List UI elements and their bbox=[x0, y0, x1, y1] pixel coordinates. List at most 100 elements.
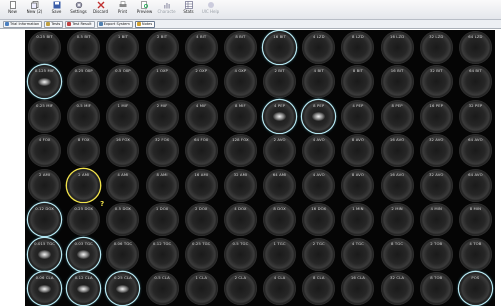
toolbar-button-help[interactable]: UIC Help bbox=[200, 0, 221, 19]
plate-well[interactable]: 16 AMI bbox=[184, 168, 218, 202]
plate-well[interactable]: 0.25 BIT bbox=[28, 30, 62, 64]
toolbar-button-print[interactable]: Print bbox=[112, 0, 133, 19]
plate-well[interactable]: 16 PEP bbox=[419, 99, 453, 133]
plate-well[interactable]: 32 AVO bbox=[419, 134, 453, 168]
plate-well[interactable]: 4 OXP bbox=[223, 65, 257, 99]
plate-well[interactable]: 4 PEP bbox=[341, 99, 375, 133]
toolbar-button-discard[interactable]: Discard bbox=[90, 0, 111, 19]
plate-well[interactable]: 4 BIT bbox=[302, 65, 336, 99]
plate-well[interactable]: 8 PEP bbox=[302, 99, 336, 133]
plate-well[interactable]: 32 AMI bbox=[223, 168, 257, 202]
plate-well[interactable]: 16 BIT bbox=[380, 65, 414, 99]
plate-well[interactable]: 2 BIT bbox=[145, 30, 179, 64]
plate-well[interactable]: 8 BIT bbox=[223, 30, 257, 64]
plate-well[interactable]: 8 TGC bbox=[380, 237, 414, 271]
plate-well[interactable]: 4 AVO bbox=[302, 134, 336, 168]
plate-well[interactable]: 0.12 CLA bbox=[67, 272, 101, 306]
tab-info[interactable]: Trial Information bbox=[3, 20, 43, 28]
plate-well[interactable]: 64 BIT bbox=[458, 65, 492, 99]
plate-well[interactable]: 4 CLA bbox=[263, 272, 297, 306]
plate-well[interactable]: 1 MIF bbox=[106, 99, 140, 133]
plate-well[interactable]: 8 BIT bbox=[341, 65, 375, 99]
plate-well[interactable]: 4 TGC bbox=[341, 237, 375, 271]
plate-well[interactable]: 8 TOB bbox=[419, 272, 453, 306]
plate-well[interactable]: 4 MIN bbox=[419, 203, 453, 237]
plate-well[interactable]: 64 AMI bbox=[263, 168, 297, 202]
plate-well[interactable]: 32 PEP bbox=[458, 99, 492, 133]
plate-well[interactable]: 16 DOX bbox=[302, 203, 336, 237]
toolbar-button-table[interactable]: Stats bbox=[178, 0, 199, 19]
plate-well[interactable]: 2 TGC bbox=[302, 237, 336, 271]
plate-well[interactable]: 2 OXP bbox=[184, 65, 218, 99]
plate-well[interactable]: 1 TGC bbox=[263, 237, 297, 271]
plate-well[interactable]: 8 LZD bbox=[341, 30, 375, 64]
plate-well[interactable]: 4 MIF bbox=[184, 99, 218, 133]
plate-well[interactable]: 16 AVO bbox=[380, 168, 414, 202]
toolbar-button-preview[interactable]: Preview bbox=[134, 0, 155, 19]
plate-well[interactable]: 0.25 OXP bbox=[67, 65, 101, 99]
plate-well[interactable]: 8 MIF bbox=[223, 99, 257, 133]
toolbar-button-save[interactable]: Save bbox=[46, 0, 67, 19]
plate-well[interactable]: 2 AMI? bbox=[67, 168, 104, 208]
plate-well[interactable]: 64 AVO bbox=[458, 134, 492, 168]
plate-well[interactable]: 32 BIT bbox=[419, 65, 453, 99]
plate-well[interactable]: 1 OXP bbox=[145, 65, 179, 99]
toolbar-button-new[interactable]: New bbox=[2, 0, 23, 19]
plate-well[interactable]: 4 LZD bbox=[302, 30, 336, 64]
plate-well[interactable]: 4 PEP bbox=[263, 99, 297, 133]
plate-well[interactable]: 0.015 TGC bbox=[28, 237, 62, 271]
toolbar-button-chart[interactable]: Characte bbox=[156, 0, 177, 19]
plate-well[interactable]: 0.03 TGC bbox=[67, 237, 101, 271]
plate-well[interactable]: 4 FOX bbox=[28, 134, 62, 168]
plate-well[interactable]: 128 FOX bbox=[223, 134, 257, 168]
plate-well[interactable]: 0.25 CLA bbox=[106, 272, 140, 306]
plate-well[interactable]: 8 PEP bbox=[380, 99, 414, 133]
plate-well[interactable]: 4 AVO bbox=[302, 168, 336, 202]
plate-well[interactable]: 2 DOX bbox=[184, 203, 218, 237]
toolbar-button-new-copy[interactable]: New (2) bbox=[24, 0, 45, 19]
plate-well[interactable]: 1 BIT bbox=[106, 30, 140, 64]
plate-well[interactable]: 8 AVO bbox=[341, 168, 375, 202]
plate-well[interactable]: 0.5 TGC bbox=[223, 237, 257, 271]
plate-well[interactable]: 0.06 TGC bbox=[106, 237, 140, 271]
plate-well[interactable]: 0.5 CLA bbox=[145, 272, 179, 306]
plate-well[interactable]: 2 BIT bbox=[263, 65, 297, 99]
plate-well[interactable]: 16 LZD bbox=[380, 30, 414, 64]
plate-well[interactable]: 32 FOX bbox=[145, 134, 179, 168]
plate-well[interactable]: 32 LZD bbox=[419, 30, 453, 64]
plate-well[interactable]: 2 MIN bbox=[380, 203, 414, 237]
toolbar-button-gear[interactable]: Settings bbox=[68, 0, 89, 19]
plate-well[interactable]: POS bbox=[458, 272, 492, 306]
plate-well[interactable]: 2 MIF bbox=[145, 99, 179, 133]
plate-well[interactable]: 2 TOB bbox=[419, 237, 453, 271]
plate-well[interactable]: 0.25 TGC bbox=[184, 237, 218, 271]
plate-well[interactable]: 0.5 BIT bbox=[67, 30, 101, 64]
plate-well[interactable]: 32 AVO bbox=[419, 168, 453, 202]
plate-well[interactable]: 0.12 DOX bbox=[28, 203, 62, 237]
plate-well[interactable]: 16 FOX bbox=[106, 134, 140, 168]
plate-well[interactable]: 0.25 DOX bbox=[67, 203, 101, 237]
plate-well[interactable]: 8 MIN bbox=[458, 203, 492, 237]
plate-well[interactable]: 0.5 MIF bbox=[67, 99, 101, 133]
plate-well[interactable]: 2 CLA bbox=[223, 272, 257, 306]
plate-well[interactable]: 1 MIN bbox=[341, 203, 375, 237]
plate-well[interactable]: 0.12 TGC bbox=[145, 237, 179, 271]
plate-well[interactable]: 0.06 CLA bbox=[28, 272, 62, 306]
tab-export[interactable]: Export System bbox=[96, 20, 133, 28]
plate-well[interactable]: 8 DOX bbox=[263, 203, 297, 237]
plate-well[interactable]: 16 BIT bbox=[263, 30, 297, 64]
plate-well[interactable]: 8 FOX bbox=[67, 134, 101, 168]
plate-well[interactable]: 2 AMI bbox=[28, 168, 62, 202]
plate-well[interactable]: 1 CLA bbox=[184, 272, 218, 306]
plate-well[interactable]: 64 FOX bbox=[184, 134, 218, 168]
plate-well[interactable]: 0.5 DOX bbox=[106, 203, 140, 237]
plate-well[interactable]: 0.125 MIF bbox=[28, 65, 62, 99]
plate-well[interactable]: 4 BIT bbox=[184, 30, 218, 64]
plate-well[interactable]: 0.5 OXP bbox=[106, 65, 140, 99]
plate-well[interactable]: 4 AMI bbox=[106, 168, 140, 202]
plate-well[interactable]: 2 AVO bbox=[263, 134, 297, 168]
plate-well[interactable]: 32 CLA bbox=[380, 272, 414, 306]
plate-well[interactable]: 16 AVO bbox=[380, 134, 414, 168]
tab-tests[interactable]: Tests bbox=[44, 20, 64, 28]
plate-well[interactable]: 1 DOX bbox=[145, 203, 179, 237]
